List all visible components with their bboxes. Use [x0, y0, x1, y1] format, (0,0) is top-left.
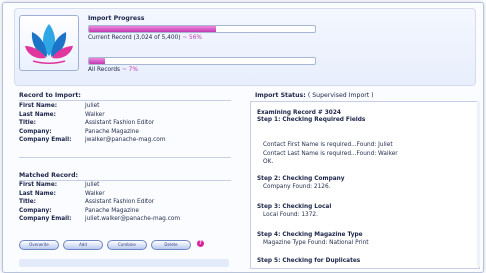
- status-step-heading: Step 4: Checking Magazine Type: [257, 232, 363, 238]
- record-to-import-row: First Name: Juliet: [19, 102, 166, 111]
- all-records-progress-bar: [88, 57, 316, 65]
- status-step-heading: Step 2: Checking Company: [257, 176, 345, 182]
- matched-record-row: Last Name: Walker: [19, 190, 180, 199]
- record-to-import-title: Record to Import:: [19, 92, 81, 99]
- progress-header: [14, 8, 476, 86]
- record-divider: [19, 100, 231, 101]
- matched-record-field-label: Company:: [19, 207, 52, 214]
- record-to-import-field-label: Last Name:: [19, 111, 56, 118]
- matched-record-row: First Name: Juliet: [19, 181, 180, 190]
- record-to-import-row: Title: Assistant Fashion Editor: [19, 119, 166, 128]
- all-records-percent: 7%: [128, 67, 138, 73]
- logo: [19, 15, 79, 71]
- lotus-logo-icon: [25, 24, 73, 65]
- matched-record-field-label: First Name:: [19, 182, 58, 188]
- overwrite-button[interactable]: Overwrite: [19, 240, 59, 250]
- matched-record-field-label: Title:: [19, 199, 36, 206]
- status-step-detail: Company Found: 2126.: [263, 184, 331, 190]
- status-step-detail: Magazine Type Found: National Print: [263, 240, 369, 246]
- record-to-import-field-value: Panache Magazine: [85, 128, 139, 135]
- current-record-progress-bar: [88, 25, 316, 33]
- matched-record-field-value: Juliet: [85, 182, 100, 188]
- record-to-import-row: Company: Panache Magazine: [19, 128, 166, 137]
- status-step-detail: OK.: [263, 159, 274, 165]
- matched-record-table: First Name: Juliet Last Name: Walker Title: A…: [19, 181, 180, 224]
- status-step-heading: Step 5: Checking for Duplicates: [257, 258, 361, 264]
- matched-record-row: Company Email: juliet.walker@panache-mag.…: [19, 215, 180, 224]
- matched-record-field-value: Walker: [85, 190, 105, 197]
- status-step-detail: Local Found: 1372.: [263, 212, 318, 218]
- import-mode-label: ( Supervised Import ): [307, 92, 374, 99]
- bottom-panel-strip: [19, 259, 229, 267]
- status-scrollbar[interactable]: [477, 101, 480, 267]
- import-status-label: Import Status:: [255, 92, 306, 99]
- record-to-import-field-value: Juliet: [85, 103, 100, 109]
- import-status-title: Import Status: ( Supervised Import ): [255, 92, 374, 99]
- combine-button[interactable]: Combine: [107, 240, 147, 250]
- matched-record-row: Title: Assistant Fashion Editor: [19, 198, 180, 207]
- current-record-text: Current Record (3,024 of 5,400): [88, 35, 181, 41]
- add-button[interactable]: Add: [63, 240, 103, 250]
- section-divider: [19, 157, 231, 158]
- status-step-detail: Contact First Name is required...Found: …: [263, 142, 393, 148]
- current-record-progress-fill: [89, 26, 216, 32]
- matched-record-field-value: Assistant Fashion Editor: [85, 199, 155, 206]
- status-step-heading: Examining Record # 3024: [257, 110, 341, 116]
- current-record-percent: 56%: [189, 35, 202, 41]
- all-records-text: All Records: [88, 67, 121, 73]
- status-step-detail: Contact Last Name is required...Found: W…: [263, 151, 398, 157]
- record-to-import-table: First Name: Juliet Last Name: Walker Title: A…: [19, 102, 166, 145]
- delete-button[interactable]: Delete: [151, 240, 191, 250]
- all-records-progress-fill: [89, 58, 105, 64]
- record-to-import-row: Last Name: Walker: [19, 111, 166, 120]
- matched-record-row: Company: Panache Magazine: [19, 207, 180, 216]
- record-to-import-field-label: First Name:: [19, 103, 58, 109]
- help-icon[interactable]: ?: [197, 240, 204, 247]
- status-step-heading: Step 3: Checking Local: [257, 204, 332, 210]
- record-to-import-field-label: Company:: [19, 128, 52, 135]
- status-step-heading: Step 1: Checking Required Fields: [257, 117, 366, 123]
- matched-record-title: Matched Record:: [19, 172, 78, 179]
- import-status-log[interactable]: Examining Record # 3024 Step 1: Checking …: [250, 101, 480, 269]
- current-record-label: Current Record (3,024 of 5,400) ~ 56%: [88, 35, 202, 41]
- all-records-label: All Records ~ 7%: [88, 67, 138, 73]
- matched-record-field-label: Last Name:: [19, 190, 56, 197]
- matched-record-field-label: Company Email:: [19, 216, 72, 223]
- matched-record-field-value: Panache Magazine: [85, 207, 139, 214]
- record-to-import-field-label: Title:: [19, 120, 36, 127]
- matched-record-field-value: juliet.walker@panache-mag.com: [85, 216, 181, 223]
- progress-title: Import Progress: [88, 15, 145, 22]
- record-to-import-field-value: Walker: [85, 111, 105, 118]
- record-to-import-row: Company Email: jwalker@panache-mag.com: [19, 136, 166, 145]
- record-to-import-field-label: Company Email:: [19, 137, 72, 144]
- record-to-import-field-value: jwalker@panache-mag.com: [85, 137, 166, 144]
- record-to-import-field-value: Assistant Fashion Editor: [85, 120, 155, 127]
